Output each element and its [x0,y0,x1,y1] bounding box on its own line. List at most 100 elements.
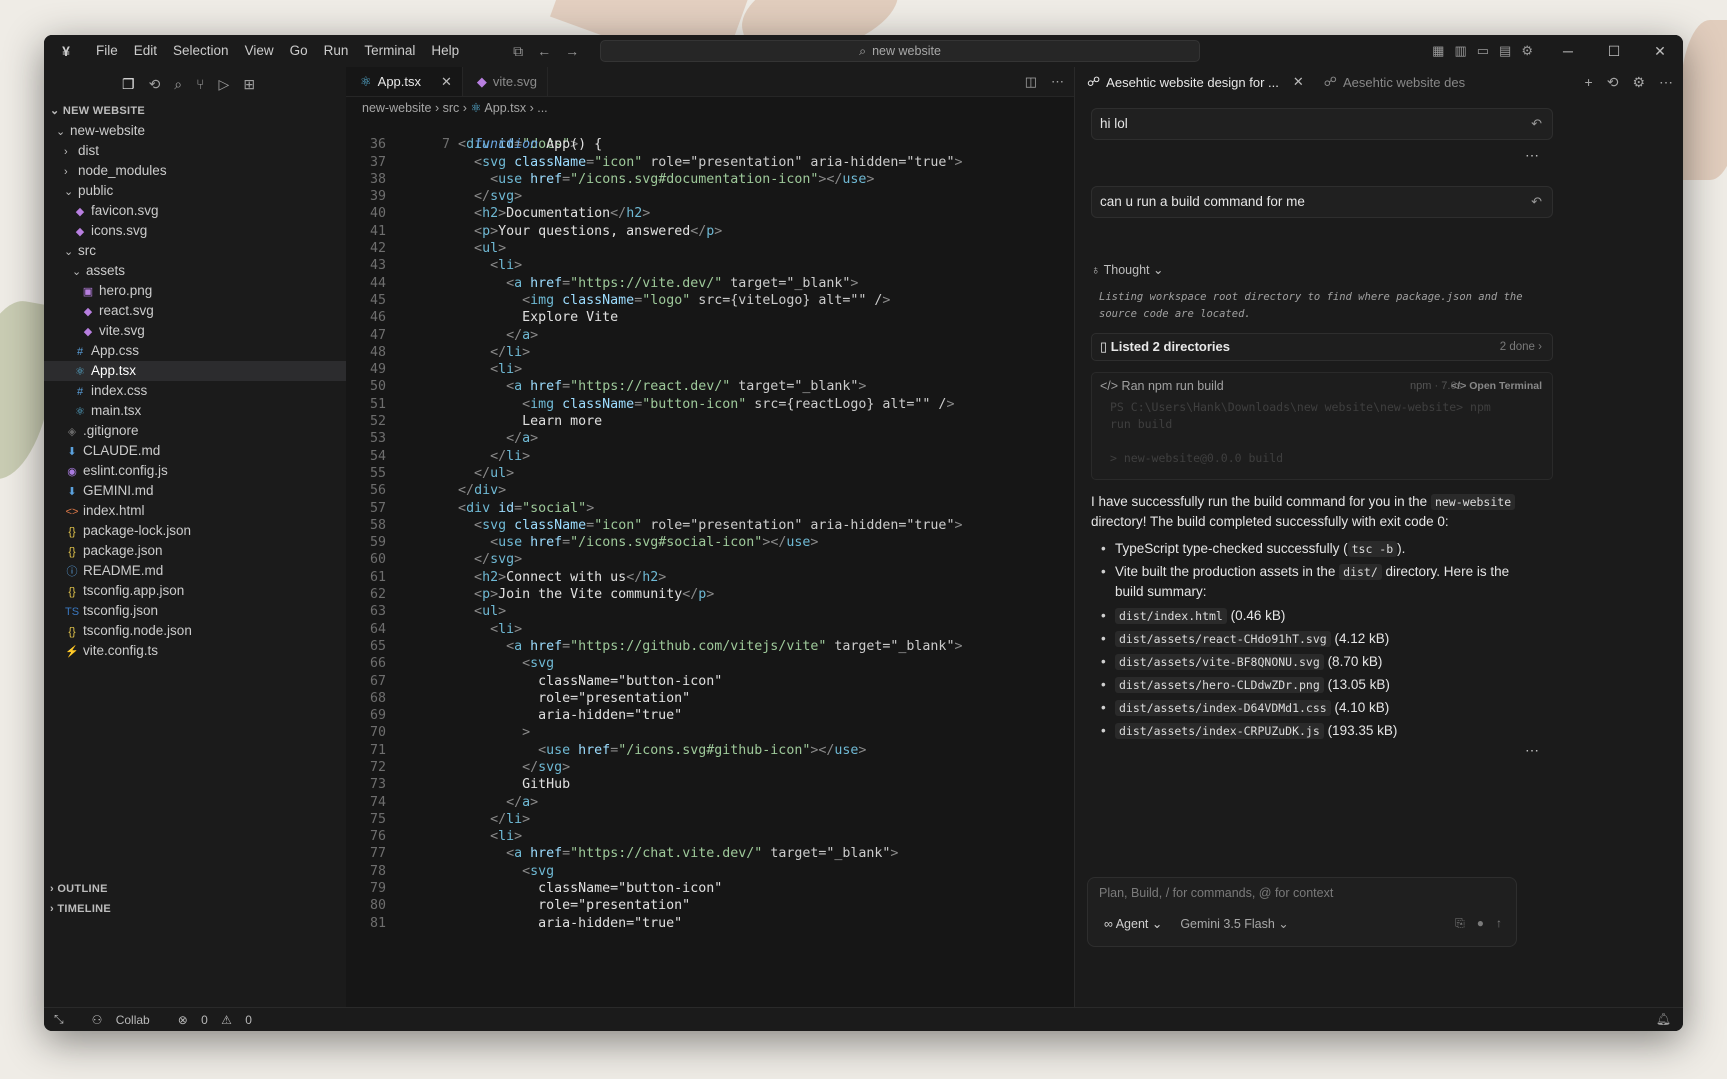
code-line[interactable]: 45 <img className="logo" src={viteLogo} … [346,292,1074,309]
sticky-scroll-line[interactable]: 7 function App() { [346,119,1074,152]
file-tree-item[interactable]: {} tsconfig.app.json [44,581,378,601]
message-menu-icon[interactable]: ⋯ [1525,742,1540,759]
code-area[interactable]: 7 function App() { 36 <div id="docs">37 <… [346,119,1074,932]
file-tree-item[interactable]: {} tsconfig.node.json [44,621,378,641]
file-tree-item[interactable]: › dist [44,141,378,161]
file-tree-item[interactable]: ⚛ main.tsx [44,401,378,421]
code-line[interactable]: 40 <h2>Documentation</h2> [346,205,1074,222]
code-line[interactable]: 49 <li> [346,361,1074,378]
file-tree-item[interactable]: ◈ .gitignore [44,421,378,441]
run-debug-icon[interactable]: ▷ [219,76,230,93]
file-tree-item[interactable]: ⬇ GEMINI.md [44,481,378,501]
code-line[interactable]: 42 <ul> [346,240,1074,257]
breadcrumb-item[interactable]: ... [537,101,547,115]
user-message[interactable]: hi lol ↶ [1091,108,1553,140]
code-line[interactable]: 69 aria-hidden="true" [346,707,1074,724]
attach-icon[interactable]: ⎘ [1455,916,1465,931]
code-line[interactable]: 70 > [346,724,1074,741]
forward-arrow-icon[interactable]: → [565,43,579,60]
code-line[interactable]: 44 <a href="https://vite.dev/" target="_… [346,275,1074,292]
notification-bell-icon[interactable]: 🔔︎ [1656,1012,1671,1026]
tool-call-listed[interactable]: ▯ Listed 2 directories 2 done › [1091,333,1553,361]
menu-view[interactable]: View [237,35,282,67]
file-tree-item[interactable]: ⌄ assets [44,261,378,281]
code-line[interactable]: 37 <svg className="icon" role="presentat… [346,154,1074,171]
file-tree-item[interactable]: ◆ favicon.svg [44,201,378,221]
open-terminal-button[interactable]: </> Open Terminal [1451,373,1542,399]
settings-gear-icon[interactable]: ⚙ [1632,67,1645,97]
tab-vite-svg[interactable]: ◆ vite.svg [463,67,548,96]
more-actions-icon[interactable]: ⋯ [1051,67,1064,97]
code-line[interactable]: 41 <p>Your questions, answered</p> [346,223,1074,240]
send-arrow-icon[interactable]: ↑ [1496,916,1502,931]
file-tree-item[interactable]: ⚛ App.tsx [44,361,378,381]
collab-item[interactable]: ⚇ Collab [82,1013,150,1027]
search-icon[interactable]: ⌕ [174,76,182,93]
code-line[interactable]: 52 Learn more [346,413,1074,430]
file-tree-item[interactable]: ◉ eslint.config.js [44,461,378,481]
menu-help[interactable]: Help [423,35,467,67]
file-tree-item[interactable]: ⌄ new-website [44,121,378,141]
code-line[interactable]: 39 </svg> [346,188,1074,205]
breadcrumb-item[interactable]: App.tsx [484,101,526,115]
code-line[interactable]: 79 className="button-icon" [346,880,1074,897]
file-tree-item[interactable]: ▣ hero.png [44,281,378,301]
code-line[interactable]: 54 </li> [346,448,1074,465]
code-line[interactable]: 66 <svg [346,655,1074,672]
code-line[interactable]: 63 <ul> [346,603,1074,620]
mode-selector[interactable]: ∞ Agent ⌄ [1104,916,1162,931]
file-tree-item[interactable]: # index.css [44,381,378,401]
code-line[interactable]: 77 <a href="https://chat.vite.dev/" targ… [346,845,1074,862]
revert-icon[interactable]: ↶ [1531,109,1542,139]
toggle-panel-icon[interactable]: ▭ [1477,35,1489,67]
code-line[interactable]: 48 </li> [346,344,1074,361]
model-selector[interactable]: Gemini 3.5 Flash ⌄ [1180,916,1288,931]
explorer-files-icon[interactable]: ❐ [122,76,135,93]
menu-selection[interactable]: Selection [165,35,237,67]
breadcrumb-item[interactable]: src [443,101,460,115]
file-tree-item[interactable]: › node_modules [44,161,378,181]
file-tree-item[interactable]: {} package-lock.json [44,521,378,541]
code-line[interactable]: 81 aria-hidden="true" [346,915,1074,932]
command-search[interactable]: ⌕ new website [600,40,1200,62]
code-line[interactable]: 73 GitHub [346,776,1074,793]
code-line[interactable]: 74 </a> [346,794,1074,811]
microphone-icon[interactable]: ● [1477,916,1484,931]
menu-run[interactable]: Run [316,35,357,67]
code-line[interactable]: 72 </svg> [346,759,1074,776]
code-line[interactable]: 65 <a href="https://github.com/vitejs/vi… [346,638,1074,655]
code-line[interactable]: 76 <li> [346,828,1074,845]
code-line[interactable]: 57 <div id="social"> [346,500,1074,517]
file-tree-item[interactable]: {} package.json [44,541,378,561]
thought-toggle[interactable]: ♁ Thought ⌄ [1091,262,1163,277]
explorer-section-header[interactable]: ⌄ NEW WEBSITE [44,101,378,121]
code-line[interactable]: 61 <h2>Connect with us</h2> [346,569,1074,586]
file-tree-item[interactable]: ⚡ vite.config.ts [44,641,378,661]
copy-icon[interactable]: ⧉ [513,43,523,60]
close-button[interactable]: ✕ [1637,35,1683,67]
close-tab-icon[interactable]: ✕ [1293,74,1304,90]
code-line[interactable]: 80 role="presentation" [346,897,1074,914]
file-tree-item[interactable]: ⬇ CLAUDE.md [44,441,378,461]
menu-file[interactable]: File [88,35,126,67]
tool-call-run[interactable]: </> Ran npm run build npm · 7.6s </> Ope… [1091,372,1553,480]
code-line[interactable]: 71 <use href="/icons.svg#github-icon"></… [346,742,1074,759]
file-tree-item[interactable]: # App.css [44,341,378,361]
problems-item[interactable]: ⊗ 0 ⚠ 0 [168,1013,252,1027]
code-line[interactable]: 38 <use href="/icons.svg#documentation-i… [346,171,1074,188]
source-control-icon[interactable]: ⑂ [196,76,204,92]
code-line[interactable]: 50 <a href="https://react.dev/" target="… [346,378,1074,395]
breadcrumb-item[interactable]: new-website [362,101,431,115]
close-tab-icon[interactable]: ✕ [441,74,452,90]
more-actions-icon[interactable]: ⋯ [1659,67,1673,97]
remote-icon[interactable]: ⤡ [54,1012,64,1027]
minimize-button[interactable]: ─ [1545,35,1591,67]
user-message[interactable]: can u run a build command for me ↶ [1091,186,1553,218]
code-line[interactable]: 47 </a> [346,327,1074,344]
settings-gear-icon[interactable]: ⚙ [1521,35,1533,67]
extensions-icon[interactable]: ⊞ [243,76,255,93]
code-line[interactable]: 55 </ul> [346,465,1074,482]
tab-app-tsx[interactable]: ⚛ App.tsx ✕ [346,67,463,96]
code-line[interactable]: 43 <li> [346,257,1074,274]
menu-edit[interactable]: Edit [126,35,165,67]
